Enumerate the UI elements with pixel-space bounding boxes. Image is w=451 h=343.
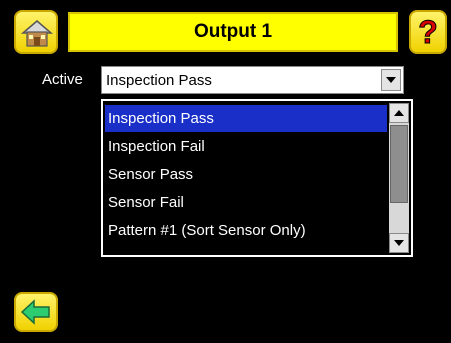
chevron-down-icon bbox=[386, 77, 396, 83]
scroll-up-button[interactable] bbox=[389, 103, 409, 123]
back-arrow-icon bbox=[21, 299, 50, 325]
scroll-thumb[interactable] bbox=[390, 125, 408, 203]
help-icon: ? bbox=[418, 14, 439, 50]
help-button[interactable]: ? bbox=[409, 10, 447, 54]
active-select-value: Inspection Pass bbox=[106, 72, 212, 89]
dropdown-option-sensor-pass[interactable]: Sensor Pass bbox=[105, 161, 387, 188]
active-select[interactable]: Inspection Pass bbox=[101, 66, 404, 94]
dropdown-option-inspection-fail[interactable]: Inspection Fail bbox=[105, 133, 387, 160]
dropdown-option-pattern-1[interactable]: Pattern #1 (Sort Sensor Only) bbox=[105, 217, 387, 244]
active-label: Active bbox=[42, 71, 83, 88]
chevron-up-icon bbox=[394, 110, 404, 116]
page-title: Output 1 bbox=[68, 12, 398, 52]
home-button[interactable] bbox=[14, 10, 58, 54]
dropdown-list[interactable]: Inspection Pass Inspection Fail Sensor P… bbox=[101, 99, 413, 257]
home-icon bbox=[20, 20, 54, 47]
dropdown-option-inspection-pass[interactable]: Inspection Pass bbox=[105, 105, 387, 132]
chevron-down-icon bbox=[394, 240, 404, 246]
scroll-down-button[interactable] bbox=[389, 233, 409, 253]
dropdown-option-sensor-fail[interactable]: Sensor Fail bbox=[105, 189, 387, 216]
back-button[interactable] bbox=[14, 292, 58, 332]
scrollbar[interactable] bbox=[389, 103, 409, 253]
dropdown-toggle-button[interactable] bbox=[381, 69, 401, 91]
